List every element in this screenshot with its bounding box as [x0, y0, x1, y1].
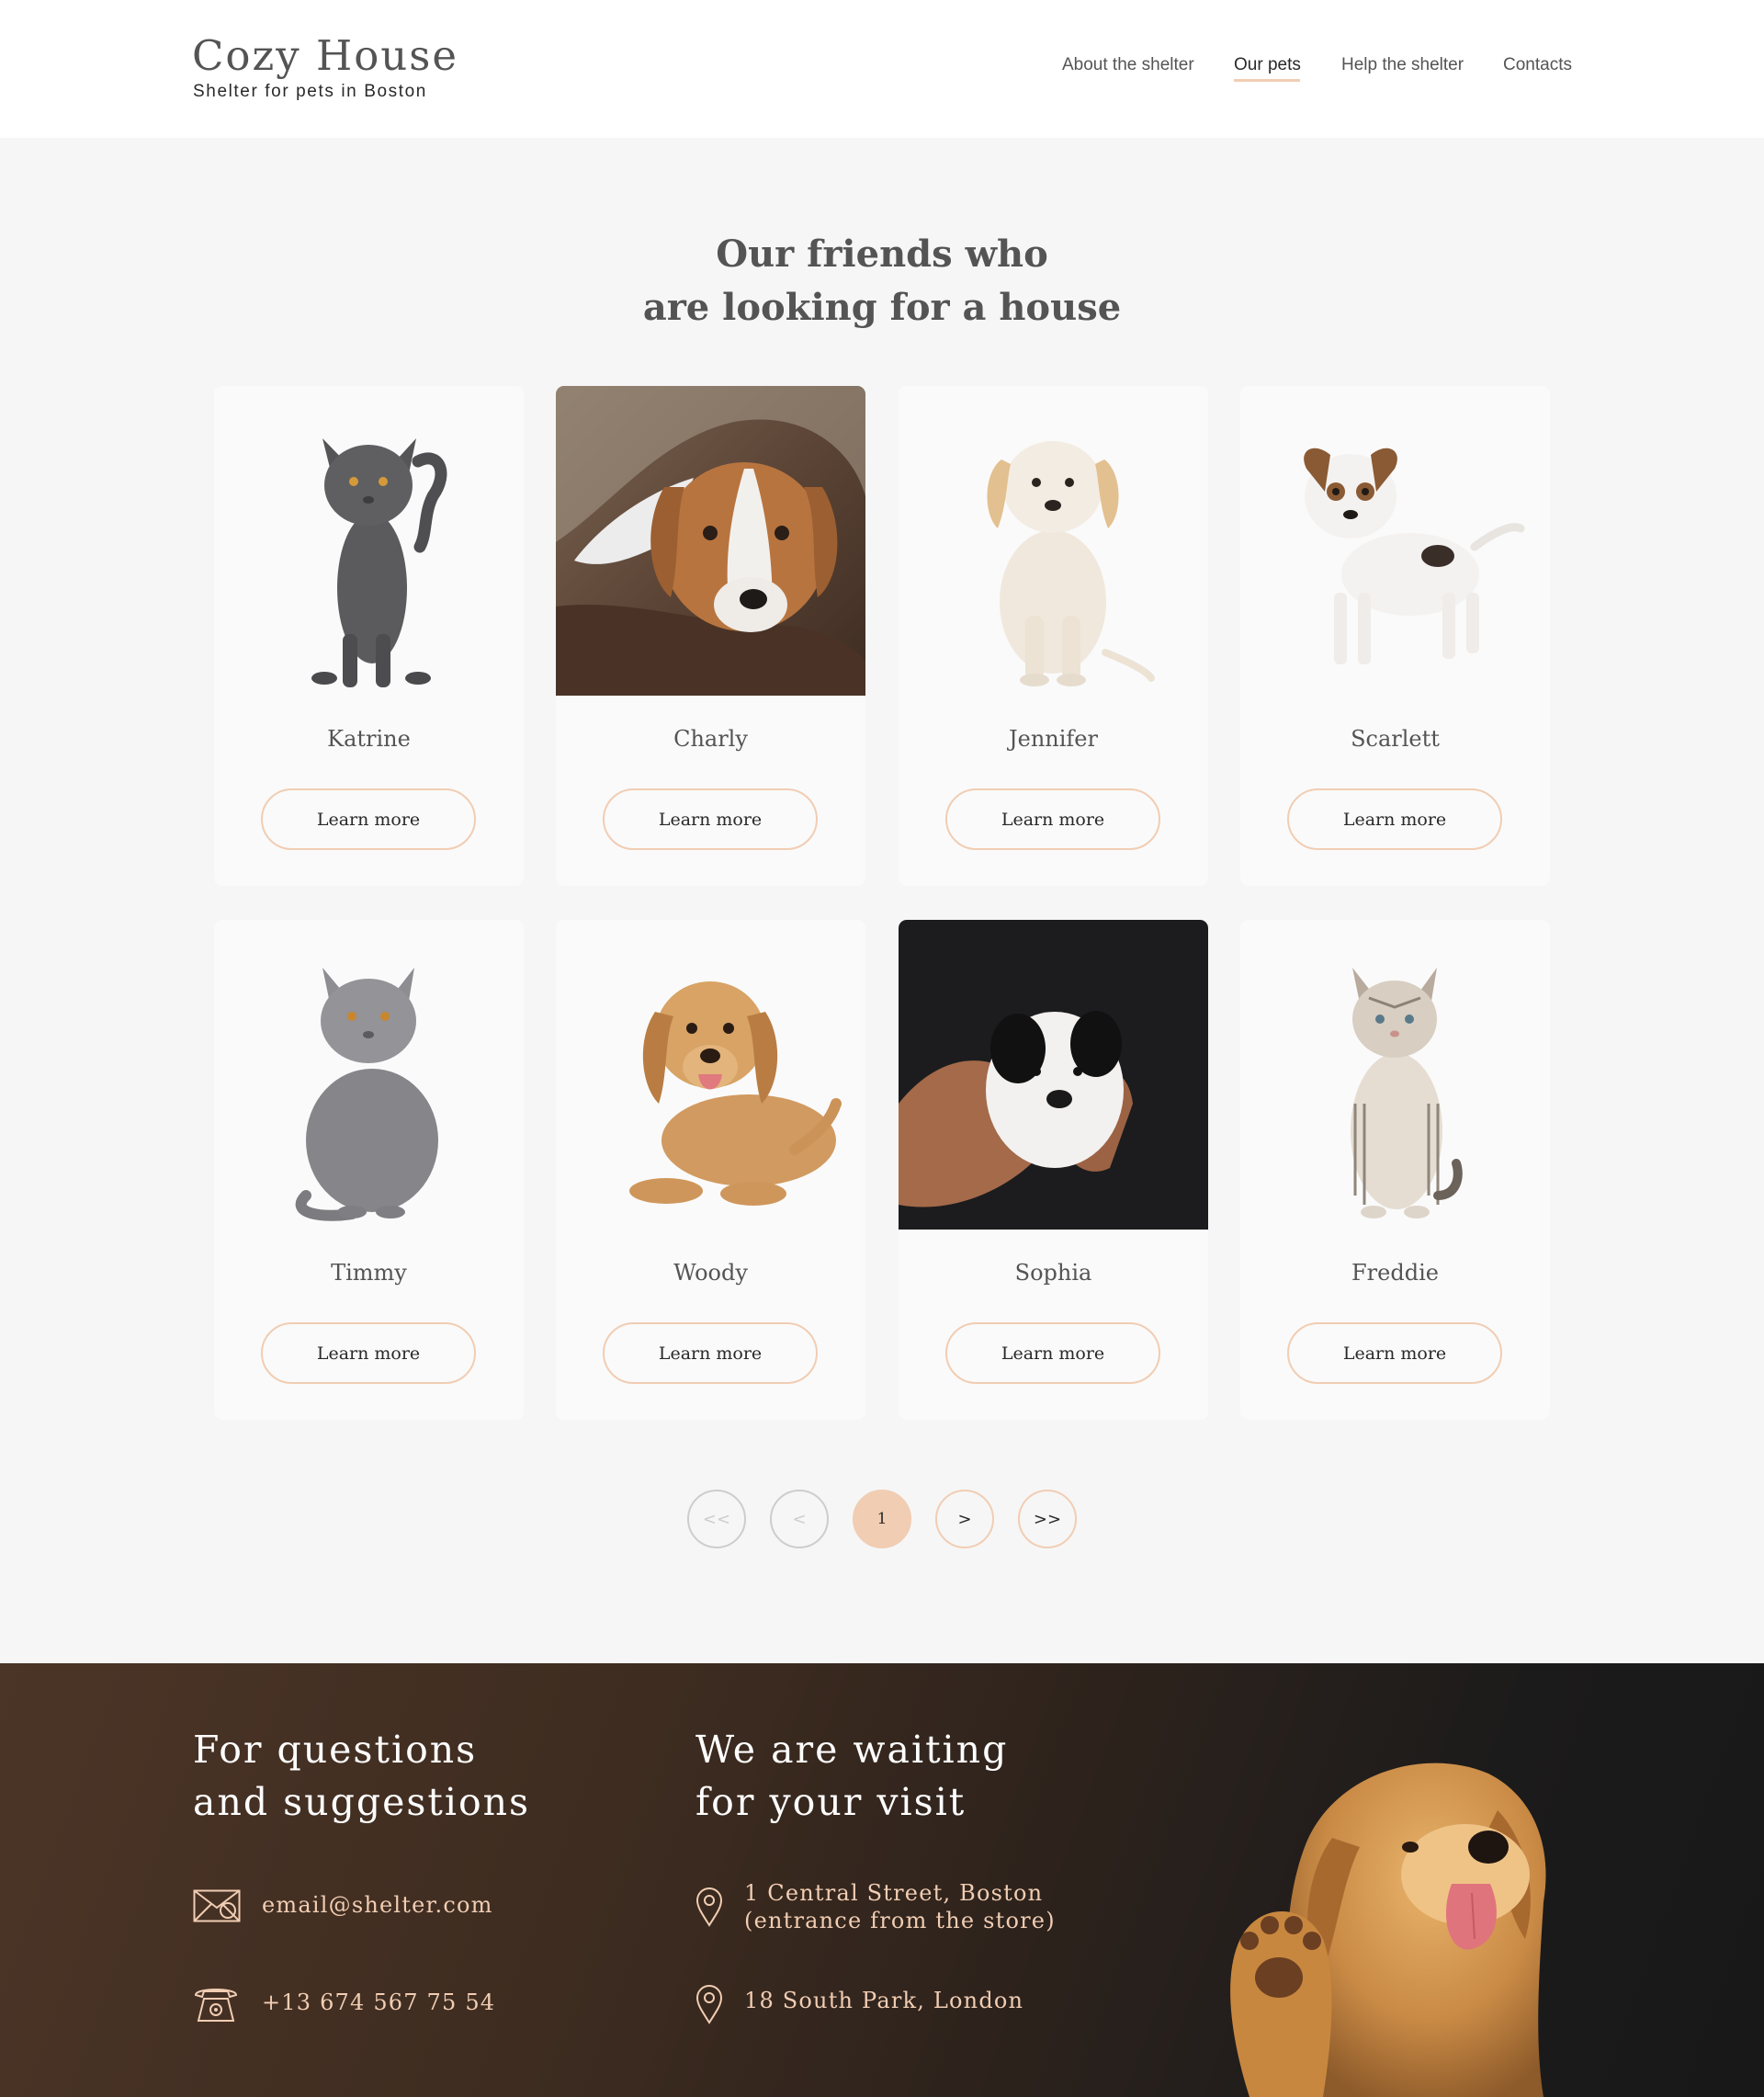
address-boston-line1: 1 Central Street, Boston	[744, 1880, 1044, 1906]
page-title-line1: Our friends who	[716, 232, 1048, 276]
visit-title-line2: for your visit	[695, 1780, 967, 1824]
learn-more-button[interactable]: Learn more	[603, 788, 818, 850]
pet-image-jennifer	[899, 386, 1208, 696]
active-nav-underline	[1234, 79, 1300, 82]
learn-more-button[interactable]: Learn more	[261, 788, 476, 850]
pet-image-charly	[556, 386, 865, 696]
email-link[interactable]: email@shelter.com	[262, 1891, 493, 1919]
pagination-next-button[interactable]: >	[935, 1490, 994, 1548]
location-pin-icon	[695, 1887, 723, 1927]
pet-image-sophia	[899, 920, 1208, 1230]
learn-more-button[interactable]: Learn more	[1287, 1322, 1502, 1384]
logo-subtitle: Shelter for pets in Boston	[193, 82, 427, 101]
mail-icon	[193, 1889, 241, 1922]
pet-image-scarlett	[1240, 386, 1550, 696]
pagination-prev-button[interactable]: <	[770, 1490, 829, 1548]
site-footer: For questions and suggestions email@shel…	[0, 1663, 1764, 2097]
learn-more-button[interactable]: Learn more	[945, 1322, 1160, 1384]
pagination-last-button[interactable]: >>	[1018, 1490, 1077, 1548]
pet-card[interactable]: Charly Learn more	[556, 386, 865, 886]
pet-image-katrine	[214, 386, 524, 696]
pet-card[interactable]: Scarlett Learn more	[1240, 386, 1550, 886]
phone-icon	[194, 1989, 238, 2022]
pet-name: Scarlett	[1351, 726, 1440, 752]
pet-card[interactable]: Timmy Learn more	[214, 920, 524, 1420]
pet-card[interactable]: Freddie Learn more	[1240, 920, 1550, 1420]
pet-card[interactable]: Sophia Learn more	[899, 920, 1208, 1420]
pagination-first-button[interactable]: <<	[687, 1490, 746, 1548]
site-header: Cozy House Shelter for pets in Boston Ab…	[0, 0, 1764, 138]
pet-name: Sophia	[1014, 1260, 1092, 1286]
learn-more-button[interactable]: Learn more	[1287, 788, 1502, 850]
page-title: Our friends who are looking for a house	[0, 228, 1764, 334]
pet-name: Timmy	[331, 1260, 407, 1286]
pet-card[interactable]: Woody Learn more	[556, 920, 865, 1420]
contact-title-line1: For questions	[193, 1728, 478, 1772]
visit-title-line1: We are waiting	[695, 1728, 1009, 1772]
contact-title: For questions and suggestions	[193, 1724, 530, 1829]
nav-help-shelter[interactable]: Help the shelter	[1341, 55, 1464, 75]
pet-image-woody	[556, 920, 865, 1230]
pet-image-timmy	[214, 920, 524, 1230]
page-title-line2: are looking for a house	[642, 286, 1122, 329]
footer-puppy-image	[1230, 1763, 1546, 2097]
location-pin-icon	[695, 1985, 723, 2024]
address-boston-line2: (entrance from the store)	[744, 1908, 1056, 1933]
logo-title[interactable]: Cozy House	[192, 35, 458, 76]
contact-title-line2: and suggestions	[193, 1780, 531, 1824]
phone-link[interactable]: +13 674 567 75 54	[262, 1989, 495, 2016]
nav-contacts[interactable]: Contacts	[1503, 55, 1572, 75]
pet-name: Katrine	[327, 726, 411, 752]
pet-name: Woody	[673, 1260, 748, 1286]
pet-card[interactable]: Katrine Learn more	[214, 386, 524, 886]
visit-title: We are waiting for your visit	[695, 1724, 1008, 1829]
nav-our-pets[interactable]: Our pets	[1234, 55, 1301, 75]
learn-more-button[interactable]: Learn more	[261, 1322, 476, 1384]
pagination-current-page: 1	[853, 1490, 911, 1548]
nav-about-shelter[interactable]: About the shelter	[1062, 55, 1194, 75]
pet-name: Jennifer	[1009, 726, 1098, 752]
address-boston-link[interactable]: 1 Central Street, Boston (entrance from …	[744, 1879, 1056, 1934]
pet-image-freddie	[1240, 920, 1550, 1230]
pet-name: Freddie	[1351, 1260, 1439, 1286]
address-london-link[interactable]: 18 South Park, London	[744, 1987, 1023, 2014]
learn-more-button[interactable]: Learn more	[945, 788, 1160, 850]
pet-card[interactable]: Jennifer Learn more	[899, 386, 1208, 886]
learn-more-button[interactable]: Learn more	[603, 1322, 818, 1384]
pet-name: Charly	[673, 726, 748, 752]
